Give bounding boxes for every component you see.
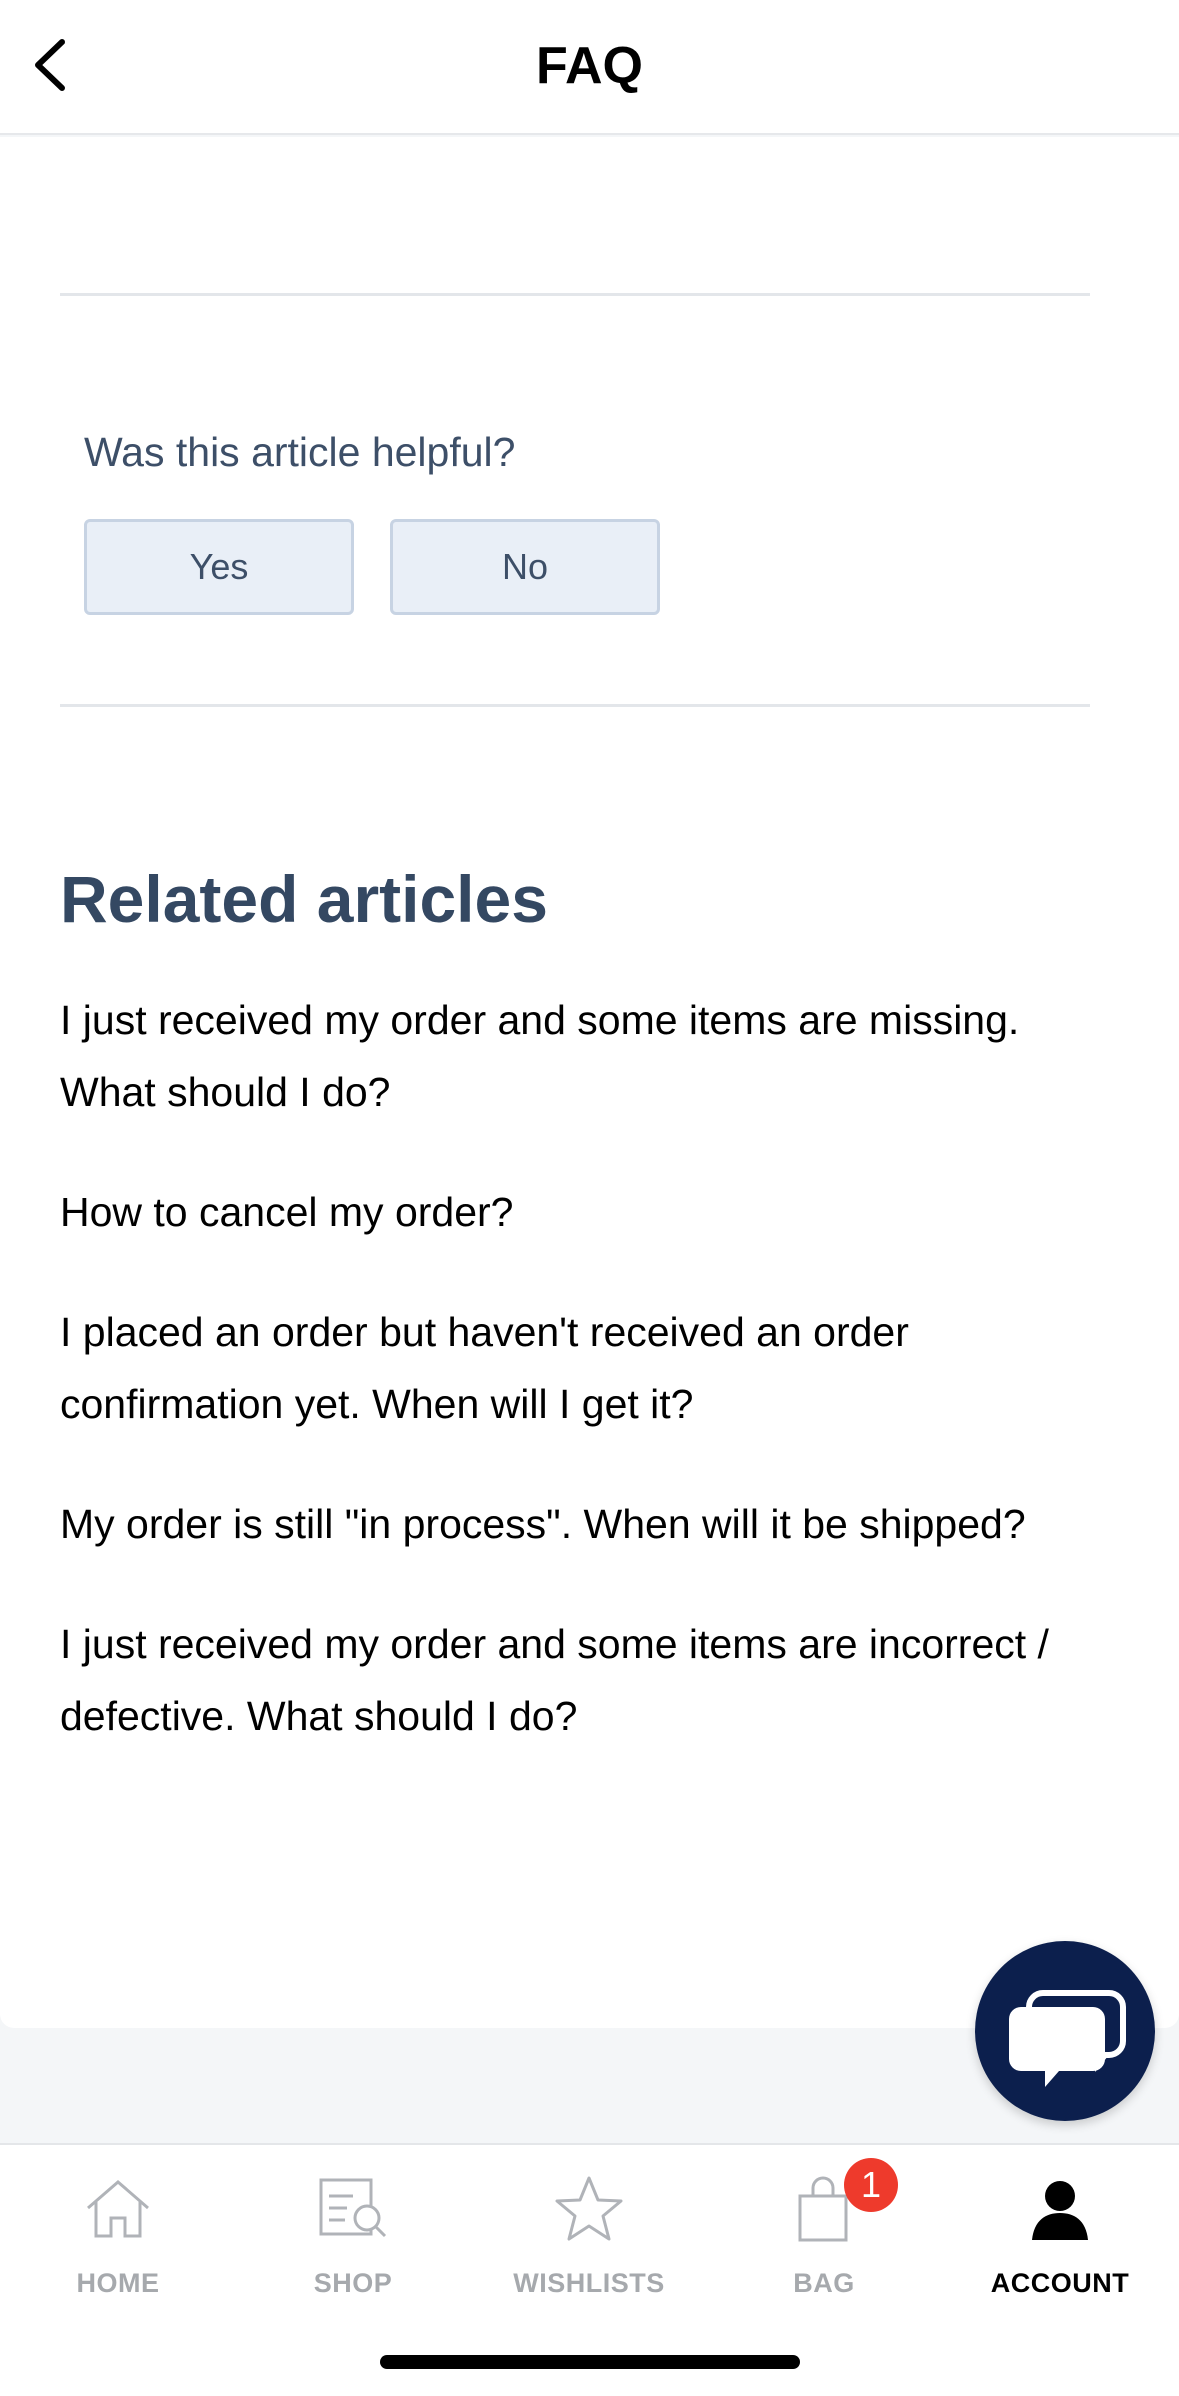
chat-bubble-icon bbox=[1009, 1990, 1126, 2087]
article-content: Was this article helpful? Yes No Related… bbox=[0, 137, 1179, 2028]
faq-screen: FAQ Was this article helpful? Yes No Rel… bbox=[0, 0, 1179, 2396]
tab-shop-label: SHOP bbox=[313, 2268, 393, 2298]
related-articles-heading: Related articles bbox=[60, 862, 548, 936]
related-article-link[interactable]: I placed an order but haven't received a… bbox=[60, 1296, 1120, 1440]
tab-account[interactable]: ACCOUNT bbox=[942, 2170, 1178, 2310]
tab-bag[interactable]: 1 BAG bbox=[706, 2158, 942, 2310]
tab-bag-label: BAG bbox=[793, 2268, 855, 2298]
tab-wishlists-label: WISHLISTS bbox=[513, 2268, 665, 2298]
page-title: FAQ bbox=[536, 37, 643, 95]
helpful-question: Was this article helpful? bbox=[84, 429, 516, 475]
related-articles-list: I just received my order and some items … bbox=[60, 984, 1120, 1800]
no-button[interactable]: No bbox=[390, 519, 660, 615]
chat-button[interactable] bbox=[975, 1941, 1155, 2121]
related-article-link[interactable]: I just received my order and some items … bbox=[60, 984, 1120, 1128]
shop-search-icon bbox=[319, 2178, 387, 2238]
bag-count-badge: 1 bbox=[844, 2158, 898, 2212]
tab-shop[interactable]: SHOP bbox=[235, 2170, 471, 2310]
tab-account-label: ACCOUNT bbox=[990, 2268, 1130, 2298]
home-icon bbox=[87, 2180, 149, 2238]
yes-button[interactable]: Yes bbox=[84, 519, 354, 615]
home-indicator bbox=[380, 2355, 800, 2369]
divider-bottom bbox=[60, 704, 1090, 707]
divider-top bbox=[60, 293, 1090, 296]
related-article-link[interactable]: My order is still "in process". When wil… bbox=[60, 1488, 1120, 1560]
tab-home-label: HOME bbox=[76, 2268, 160, 2298]
header-bar: FAQ bbox=[0, 0, 1179, 135]
related-article-link[interactable]: I just received my order and some items … bbox=[60, 1608, 1120, 1752]
tab-home[interactable]: HOME bbox=[0, 2170, 236, 2310]
related-article-link[interactable]: How to cancel my order? bbox=[60, 1176, 1120, 1248]
account-person-icon bbox=[1032, 2181, 1088, 2240]
star-icon bbox=[555, 2176, 623, 2241]
tab-wishlists[interactable]: WISHLISTS bbox=[471, 2170, 707, 2310]
